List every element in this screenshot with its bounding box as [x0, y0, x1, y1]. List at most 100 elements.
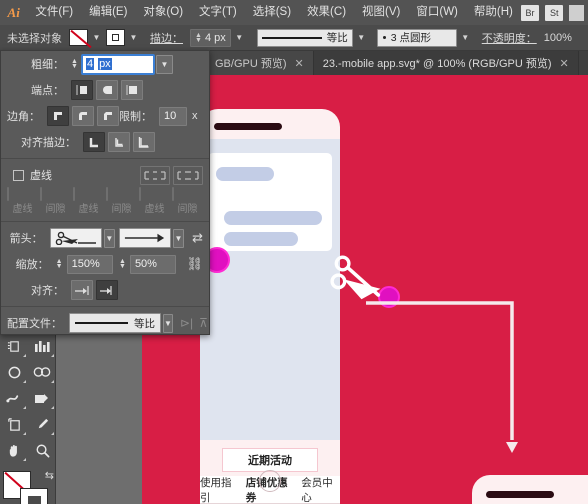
- arrowhead-end-dropdown[interactable]: [118, 228, 171, 248]
- dash-field-1[interactable]: [7, 187, 38, 201]
- arrowhead-end-chevron-down-icon[interactable]: ▼: [172, 228, 185, 248]
- zoom-tool[interactable]: [28, 437, 56, 463]
- arrow-scale-end-input[interactable]: 50%: [129, 254, 177, 274]
- stroke-color-swatch[interactable]: [20, 488, 48, 504]
- stroke-swatch[interactable]: [106, 29, 125, 46]
- dash-field-2[interactable]: [73, 187, 104, 201]
- eyedropper-tool[interactable]: [28, 411, 56, 437]
- miter-join-icon[interactable]: [47, 106, 69, 126]
- gap-field-1[interactable]: [40, 187, 71, 201]
- align-inside-stroke-icon[interactable]: [108, 132, 130, 152]
- dashed-line-checkbox[interactable]: [13, 169, 24, 181]
- gap-label-2: 间隙: [111, 204, 132, 215]
- place-arrow-at-end-icon[interactable]: [96, 280, 118, 300]
- color-controls: ⇆: [0, 469, 56, 504]
- fill-swatch[interactable]: [69, 29, 88, 46]
- arrowhead-start-chevron-down-icon[interactable]: ▼: [103, 228, 115, 248]
- menu-window[interactable]: 窗口(W): [408, 0, 466, 25]
- align-outside-stroke-icon[interactable]: [133, 132, 155, 152]
- tool-grid: [0, 333, 56, 463]
- round-join-icon[interactable]: [72, 106, 94, 126]
- cap-button-group: [71, 80, 143, 100]
- selection-status: 未选择对象: [7, 32, 62, 45]
- dash-field-labels: 虚线 间隙 虚线 间隙 虚线 间隙: [1, 200, 209, 215]
- flip-along-icon[interactable]: ⊳|: [180, 316, 193, 330]
- arrow-scale-start-input[interactable]: 150%: [66, 254, 114, 274]
- dashed-line-row: 虚线: [1, 162, 209, 188]
- stroke-weight-label: 粗细：: [31, 59, 64, 71]
- bridge-button[interactable]: Br: [520, 4, 540, 21]
- round-cap-icon[interactable]: [96, 80, 118, 100]
- gap-field-2[interactable]: [106, 187, 137, 201]
- graph-tool[interactable]: [28, 333, 56, 359]
- menu-help[interactable]: 帮助(H): [466, 0, 521, 25]
- stroke-weight-row: 粗细： ▲ ▼ 4 px ▼: [1, 51, 209, 77]
- perspective-grid-tool[interactable]: [0, 333, 28, 359]
- scissors-arrowhead-icon: [55, 231, 96, 245]
- arrow-align-label: 对齐：: [31, 285, 64, 297]
- artboard-tool[interactable]: [0, 411, 28, 437]
- align-center-stroke-icon[interactable]: [83, 132, 105, 152]
- extend-arrow-beyond-end-icon[interactable]: [71, 280, 93, 300]
- stroke-profile-dropdown[interactable]: 等比: [256, 28, 353, 47]
- bevel-join-icon[interactable]: [97, 106, 119, 126]
- close-icon[interactable]: ✕: [560, 57, 569, 70]
- dash-preserve-exact-icon[interactable]: [140, 165, 170, 185]
- menu-select[interactable]: 选择(S): [245, 0, 299, 25]
- scale-end-stepper[interactable]: ▲ ▼: [119, 258, 126, 270]
- stroke-weight-chevron-down-icon[interactable]: ▼: [232, 29, 247, 47]
- symbol-sprayer-tool[interactable]: [28, 359, 56, 385]
- width-profile-dropdown[interactable]: 等比: [69, 313, 161, 333]
- opacity-value[interactable]: 100%: [544, 32, 579, 44]
- cap-row: 端点：: [1, 77, 209, 103]
- brush-chevron-down-icon[interactable]: ▼: [458, 29, 473, 47]
- menu-file[interactable]: 文件(F): [27, 0, 81, 25]
- brush-definition-dropdown[interactable]: 3 点圆形: [376, 28, 457, 47]
- flip-across-icon[interactable]: ⊼: [199, 316, 208, 330]
- projecting-cap-icon[interactable]: [121, 80, 143, 100]
- gradient-tool[interactable]: [28, 385, 56, 411]
- stroke-weight-label: 描边：: [150, 32, 183, 45]
- placeholder-bar: [224, 211, 322, 225]
- fill-chevron-down-icon[interactable]: ▼: [89, 29, 104, 47]
- corner-row: 边角： 限制： 10 x: [1, 103, 209, 129]
- swap-fill-stroke-icon[interactable]: ⇆: [45, 469, 54, 482]
- dash-adjust-to-fit-icon[interactable]: [173, 165, 203, 185]
- menu-view[interactable]: 视图(V): [354, 0, 408, 25]
- stroke-weight-stepper[interactable]: ▲ ▼: [71, 58, 78, 70]
- document-tab-2[interactable]: 23.-mobile app.svg* @ 100% (RGB/GPU 预览) …: [313, 51, 579, 75]
- stock-button[interactable]: St: [545, 4, 564, 21]
- blend-tool[interactable]: [0, 359, 28, 385]
- profile-chevron-down-icon[interactable]: ▼: [163, 313, 173, 333]
- arrowhead-start-dropdown[interactable]: [49, 228, 102, 248]
- profile-chevron-down-icon[interactable]: ▼: [354, 29, 369, 47]
- butt-cap-icon[interactable]: [71, 80, 93, 100]
- gap-field-3[interactable]: [172, 187, 203, 201]
- close-icon[interactable]: ✕: [295, 57, 304, 70]
- swap-arrowheads-icon[interactable]: ⇄: [192, 230, 203, 246]
- stroke-weight-stepper[interactable]: ▲ ▼: [195, 32, 202, 44]
- stroke-path-with-arrowheads: [330, 255, 518, 453]
- mesh-tool[interactable]: [0, 385, 28, 411]
- document-tab-2-label: 23.-mobile app.svg* @ 100% (RGB/GPU 预览): [322, 58, 552, 70]
- phone-speaker-bar: [486, 491, 554, 498]
- document-tab-1[interactable]: GB/GPU 预览) ✕: [206, 51, 314, 75]
- placeholder-bar: [216, 167, 274, 181]
- menu-edit[interactable]: 编辑(E): [81, 0, 135, 25]
- hand-tool[interactable]: [0, 437, 28, 463]
- menu-object[interactable]: 对象(O): [135, 0, 191, 25]
- menu-effect[interactable]: 效果(C): [299, 0, 354, 25]
- dash-label-1: 虚线: [12, 204, 33, 215]
- cap-label: 端点：: [31, 85, 64, 97]
- workspace-switcher-button[interactable]: [569, 4, 584, 21]
- stroke-weight-input[interactable]: ▲ ▼ 4 px: [190, 28, 231, 47]
- menu-type[interactable]: 文字(T): [191, 0, 245, 25]
- miter-limit-input[interactable]: 10: [159, 106, 187, 126]
- link-broken-icon[interactable]: ⛓: [186, 256, 203, 272]
- stroke-profile-value: 等比: [326, 32, 348, 44]
- stroke-chevron-down-icon[interactable]: ▼: [126, 29, 141, 47]
- stroke-weight-chevron-down-icon[interactable]: ▼: [155, 54, 173, 74]
- dash-field-3[interactable]: [139, 187, 170, 201]
- scale-start-stepper[interactable]: ▲ ▼: [56, 258, 63, 270]
- stroke-weight-input[interactable]: 4 px: [80, 53, 155, 75]
